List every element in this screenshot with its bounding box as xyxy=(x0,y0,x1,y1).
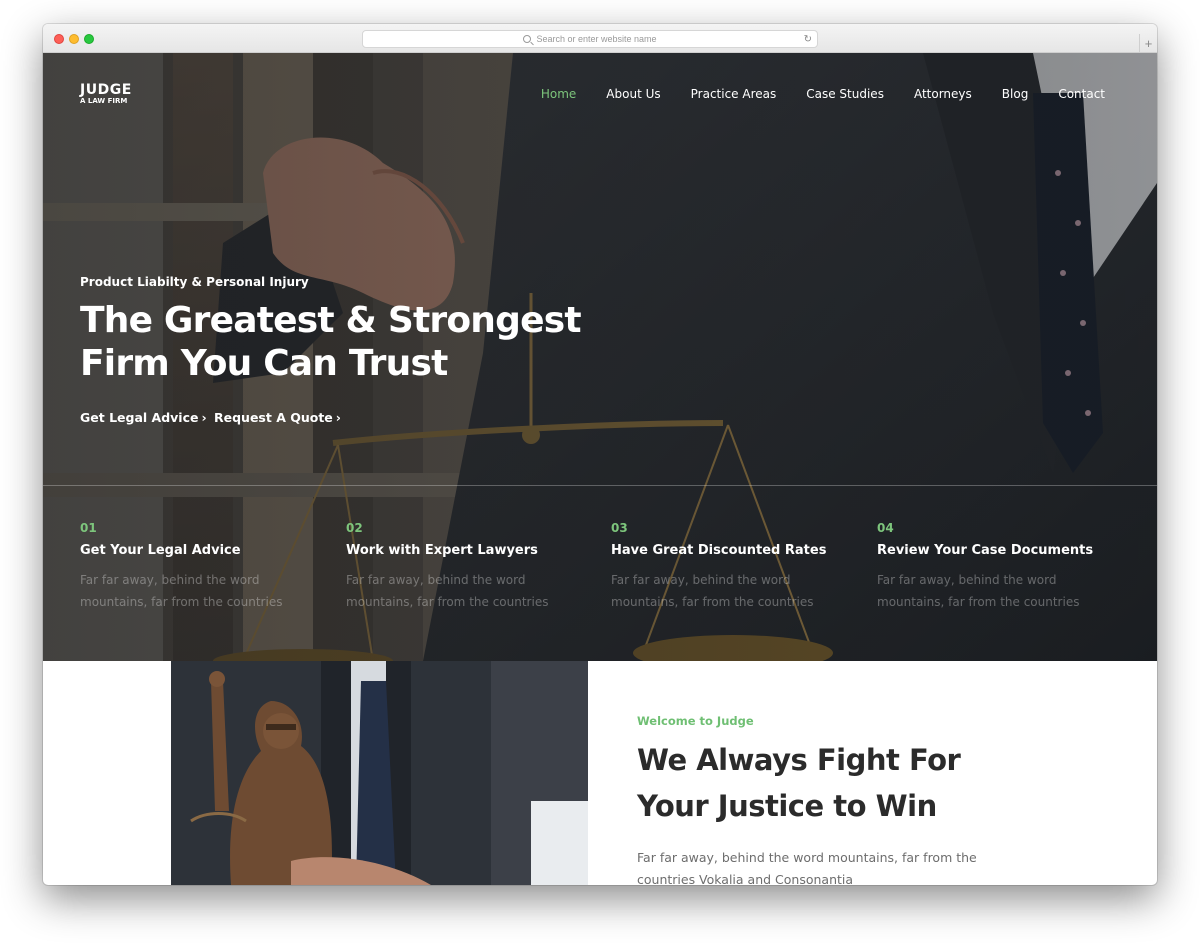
feature-number: 03 xyxy=(611,521,628,535)
request-quote-link[interactable]: Request A Quote › xyxy=(214,410,341,425)
logo-title: JUDGE xyxy=(80,82,132,98)
hero-headline-line2: Firm You Can Trust xyxy=(80,343,448,384)
feature-number: 04 xyxy=(877,521,894,535)
nav-home[interactable]: Home xyxy=(541,87,576,101)
chevron-right-icon: › xyxy=(335,410,341,425)
get-legal-advice-link[interactable]: Get Legal Advice › xyxy=(80,410,207,425)
about-title-line2: Your Justice to Win xyxy=(637,789,937,823)
nav-contact[interactable]: Contact xyxy=(1058,87,1105,101)
about-title: We Always Fight For Your Justice to Win xyxy=(637,737,1037,829)
hero-kicker: Product Liabilty & Personal Injury xyxy=(80,275,309,289)
nav-about-us[interactable]: About Us xyxy=(606,87,660,101)
feature-item: 01 Get Your Legal Advice Far far away, b… xyxy=(80,521,330,613)
feature-number: 02 xyxy=(346,521,363,535)
feature-title: Have Great Discounted Rates xyxy=(611,543,827,558)
search-icon xyxy=(523,35,532,43)
hero-headline-line1: The Greatest & Strongest xyxy=(80,300,582,341)
address-bar[interactable]: Search or enter website name ↻ xyxy=(362,30,818,48)
feature-item: 02 Work with Expert Lawyers Far far away… xyxy=(346,521,596,613)
chevron-right-icon: › xyxy=(201,410,207,425)
logo-subtitle: A LAW FIRM xyxy=(80,97,128,105)
hero-section: JUDGE A LAW FIRM Home About Us Practice … xyxy=(43,53,1157,661)
hero-divider xyxy=(43,485,1157,486)
feature-item: 04 Review Your Case Documents Far far aw… xyxy=(877,521,1127,613)
about-eyebrow: Welcome to Judge xyxy=(637,714,754,728)
about-title-line1: We Always Fight For xyxy=(637,743,961,777)
feature-description: Far far away, behind the word mountains,… xyxy=(80,573,283,609)
feature-title: Review Your Case Documents xyxy=(877,543,1094,558)
feature-title: Work with Expert Lawyers xyxy=(346,543,538,558)
feature-number: 01 xyxy=(80,521,97,535)
hero-headline: The Greatest & Strongest Firm You Can Tr… xyxy=(80,299,600,385)
request-quote-label: Request A Quote xyxy=(214,410,333,425)
feature-description: Far far away, behind the word mountains,… xyxy=(611,573,814,609)
main-navigation: Home About Us Practice Areas Case Studie… xyxy=(511,87,1105,101)
nav-case-studies[interactable]: Case Studies xyxy=(806,87,884,101)
feature-description: Far far away, behind the word mountains,… xyxy=(877,573,1080,609)
maximize-window-button[interactable] xyxy=(84,34,94,44)
nav-attorneys[interactable]: Attorneys xyxy=(914,87,972,101)
reload-icon[interactable]: ↻ xyxy=(804,34,812,45)
browser-titlebar: Search or enter website name ↻ + xyxy=(43,24,1157,53)
new-tab-button[interactable]: + xyxy=(1139,34,1157,53)
nav-practice-areas[interactable]: Practice Areas xyxy=(691,87,777,101)
justice-statue-image xyxy=(171,661,588,885)
nav-blog[interactable]: Blog xyxy=(1002,87,1029,101)
about-description: Far far away, behind the word mountains,… xyxy=(637,850,977,885)
minimize-window-button[interactable] xyxy=(69,34,79,44)
get-legal-advice-label: Get Legal Advice xyxy=(80,410,199,425)
close-window-button[interactable] xyxy=(54,34,64,44)
address-bar-placeholder: Search or enter website name xyxy=(536,34,657,44)
feature-description: Far far away, behind the word mountains,… xyxy=(346,573,549,609)
feature-title: Get Your Legal Advice xyxy=(80,543,241,558)
site-logo[interactable]: JUDGE A LAW FIRM xyxy=(80,83,132,105)
justice-statue-illustration xyxy=(171,661,588,885)
feature-item: 03 Have Great Discounted Rates Far far a… xyxy=(611,521,861,613)
browser-window: Search or enter website name ↻ + JUDGE A… xyxy=(43,24,1157,885)
